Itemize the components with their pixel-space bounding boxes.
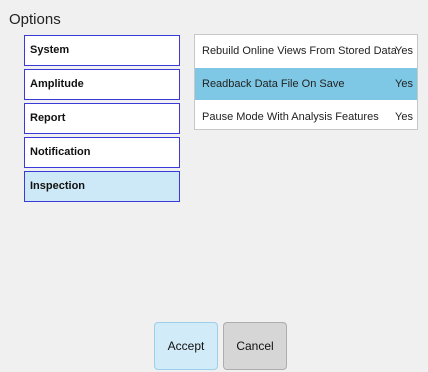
settings-list: Rebuild Online Views From Stored Data Ye… — [194, 34, 418, 130]
setting-row-rebuild-online-views[interactable]: Rebuild Online Views From Stored Data Ye… — [195, 35, 417, 67]
setting-label: Pause Mode With Analysis Features — [202, 111, 379, 123]
accept-button[interactable]: Accept — [154, 322, 218, 370]
category-amplitude[interactable]: Amplitude — [24, 69, 180, 100]
setting-value: Yes — [395, 45, 413, 57]
category-report[interactable]: Report — [24, 103, 180, 134]
category-notification[interactable]: Notification — [24, 137, 180, 168]
setting-value: Yes — [395, 111, 413, 123]
setting-label: Rebuild Online Views From Stored Data — [202, 45, 397, 57]
dialog-title: Options — [9, 11, 61, 28]
setting-value: Yes — [395, 78, 413, 90]
setting-row-pause-mode[interactable]: Pause Mode With Analysis Features Yes — [195, 101, 417, 133]
setting-label: Readback Data File On Save — [202, 78, 345, 90]
cancel-button[interactable]: Cancel — [223, 322, 287, 370]
category-system[interactable]: System — [24, 35, 180, 66]
setting-row-readback-data-file[interactable]: Readback Data File On Save Yes — [195, 68, 417, 100]
category-inspection[interactable]: Inspection — [24, 171, 180, 202]
